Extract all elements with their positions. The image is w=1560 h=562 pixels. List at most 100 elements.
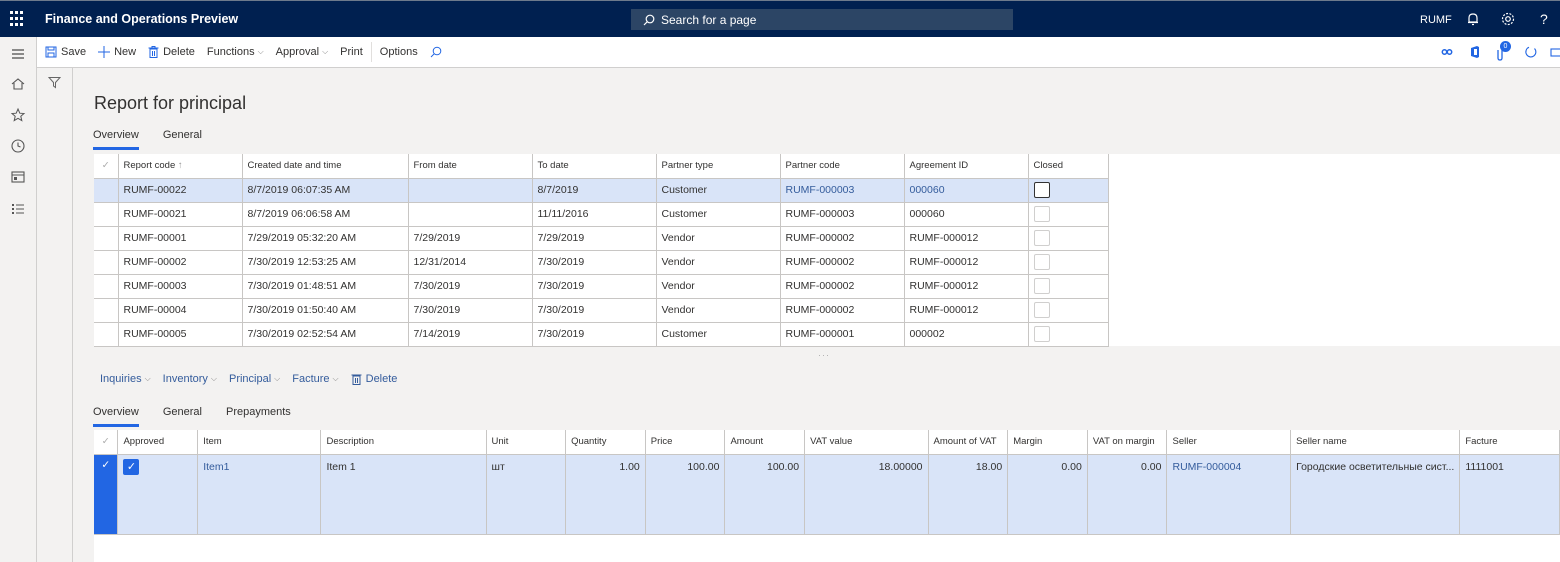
closed-cell [1028, 178, 1109, 203]
column-header-report-code[interactable]: Report code ↑ [118, 154, 243, 179]
from-date-cell [408, 202, 533, 227]
closed-cell [1028, 322, 1109, 347]
table-row[interactable]: RUMF-00001 7/29/2019 05:32:20 AM 7/29/2019… [94, 226, 1109, 251]
closed-checkbox[interactable] [1033, 230, 1050, 246]
attachments-button[interactable]: 0 [1496, 41, 1514, 61]
company-selector[interactable]: RUMF [1420, 14, 1452, 26]
select-all-checkbox[interactable]: ✓ [94, 154, 119, 179]
agreement-id-cell: RUMF-000012 [904, 298, 1029, 323]
column-header-price[interactable]: Price [645, 430, 726, 455]
save-button[interactable]: Save [39, 37, 92, 68]
functions-menu[interactable]: Functions ⌵ [201, 37, 270, 68]
principal-menu[interactable]: Principal ⌵ [229, 373, 280, 385]
column-header-from-date[interactable]: From date [408, 154, 533, 179]
office-icon[interactable] [1468, 45, 1482, 59]
column-header-agreement-id[interactable]: Agreement ID [904, 154, 1029, 179]
agreement-id-cell: RUMF-000012 [904, 226, 1029, 251]
column-header-partner-code[interactable]: Partner code [780, 154, 905, 179]
favorites-star-icon[interactable] [10, 107, 26, 123]
home-icon[interactable] [10, 76, 26, 92]
help-icon[interactable]: ? [1540, 11, 1556, 27]
action-search-button[interactable] [424, 37, 452, 68]
table-row[interactable]: RUMF-00004 7/30/2019 01:50:40 AM 7/30/2019… [94, 298, 1109, 323]
item-cell[interactable]: Item1 [197, 454, 322, 535]
page-search-input[interactable]: Search for a page [631, 9, 1013, 30]
seller-cell[interactable]: RUMF-000004 [1166, 454, 1292, 535]
column-header-item[interactable]: Item [197, 430, 322, 455]
approval-menu[interactable]: Approval ⌵ [270, 37, 335, 68]
partner-code-cell[interactable]: RUMF-000003 [780, 178, 905, 203]
table-row[interactable]: RUMF-00005 7/30/2019 02:52:54 AM 7/14/2019… [94, 322, 1109, 347]
column-header-facture[interactable]: Facture [1459, 430, 1560, 455]
tab-general[interactable]: General [163, 129, 202, 150]
open-new-window-icon[interactable] [1550, 45, 1560, 59]
chevron-down-icon: ⌵ [210, 374, 217, 383]
refresh-icon[interactable] [1524, 45, 1538, 59]
facture-menu[interactable]: Facture ⌵ [292, 373, 338, 385]
table-row[interactable]: RUMF-00003 7/30/2019 01:48:51 AM 7/30/2019… [94, 274, 1109, 299]
closed-checkbox[interactable] [1033, 278, 1050, 294]
column-header-seller[interactable]: Seller [1166, 430, 1292, 455]
report-code-cell: RUMF-00004 [118, 298, 243, 323]
partner-type-cell: Vendor [656, 250, 781, 275]
delete-button[interactable]: Delete [142, 37, 201, 68]
closed-cell [1028, 202, 1109, 227]
row-select-cell[interactable] [94, 250, 119, 275]
recent-clock-icon[interactable] [10, 138, 26, 154]
closed-checkbox[interactable] [1033, 182, 1050, 198]
table-row[interactable]: RUMF-00021 8/7/2019 06:06:58 AM 11/11/2016… [94, 202, 1109, 227]
approved-checkbox[interactable]: ✓ [123, 458, 140, 475]
app-title: Finance and Operations Preview [45, 12, 239, 26]
column-header-unit[interactable]: Unit [486, 430, 567, 455]
inquiries-menu[interactable]: Inquiries ⌵ [100, 373, 151, 385]
column-header-vat-on-margin[interactable]: VAT on margin [1087, 430, 1168, 455]
app-launcher-icon[interactable] [10, 11, 26, 27]
tab-lines-prepayments[interactable]: Prepayments [226, 406, 291, 427]
inventory-menu[interactable]: Inventory ⌵ [163, 373, 217, 385]
table-row[interactable]: RUMF-00002 7/30/2019 12:53:25 AM 12/31/201… [94, 250, 1109, 275]
column-header-to-date[interactable]: To date [532, 154, 657, 179]
table-row[interactable]: RUMF-00022 8/7/2019 06:07:35 AM 8/7/2019 Cu… [94, 178, 1109, 203]
bell-icon[interactable] [1465, 11, 1481, 27]
column-header-seller-name[interactable]: Seller name [1290, 430, 1461, 455]
closed-checkbox[interactable] [1033, 206, 1050, 222]
closed-checkbox[interactable] [1033, 254, 1050, 270]
table-row[interactable]: ✓ ✓ Item1 Item 1 шт 1.00 100.00 100.00 18.00000 1… [94, 454, 1560, 535]
delete-line-button[interactable]: Delete [351, 373, 397, 385]
tab-lines-overview[interactable]: Overview [93, 406, 139, 427]
column-header-vat-value[interactable]: VAT value [804, 430, 929, 455]
column-header-approved[interactable]: Approved [117, 430, 199, 455]
splitter-handle[interactable]: ··· [818, 350, 830, 360]
new-button[interactable]: New [92, 37, 142, 68]
column-header-closed[interactable]: Closed [1028, 154, 1109, 179]
row-select-cell[interactable] [94, 274, 119, 299]
row-select-cell[interactable] [94, 298, 119, 323]
tab-overview[interactable]: Overview [93, 129, 139, 150]
column-header-margin[interactable]: Margin [1007, 430, 1088, 455]
hamburger-menu-icon[interactable] [10, 46, 26, 62]
workspaces-icon[interactable] [10, 169, 26, 185]
connector-icon[interactable] [1440, 45, 1454, 59]
column-header-amount[interactable]: Amount [724, 430, 806, 455]
gear-icon[interactable] [1500, 11, 1516, 27]
column-header-partner-type[interactable]: Partner type [656, 154, 781, 179]
column-header-description[interactable]: Description [320, 430, 487, 455]
row-select-cell[interactable] [94, 322, 119, 347]
column-header-amount-of-vat[interactable]: Amount of VAT [928, 430, 1009, 455]
row-select-cell[interactable] [94, 202, 119, 227]
tab-lines-general[interactable]: General [163, 406, 202, 427]
row-select-cell[interactable] [94, 226, 119, 251]
print-menu[interactable]: Print [334, 37, 369, 68]
select-all-lines-checkbox[interactable]: ✓ [94, 430, 119, 455]
column-header-quantity[interactable]: Quantity [565, 430, 646, 455]
agreement-id-cell[interactable]: 000060 [904, 178, 1029, 203]
column-header-created[interactable]: Created date and time [242, 154, 409, 179]
row-select-cell[interactable] [94, 178, 119, 203]
row-selected-checkmark-icon[interactable]: ✓ [94, 454, 119, 535]
closed-checkbox[interactable] [1033, 326, 1050, 342]
options-menu[interactable]: Options [374, 37, 424, 68]
partner-code-cell: RUMF-000001 [780, 322, 905, 347]
closed-checkbox[interactable] [1033, 302, 1050, 318]
modules-list-icon[interactable] [10, 201, 26, 217]
filter-icon[interactable] [48, 76, 61, 89]
